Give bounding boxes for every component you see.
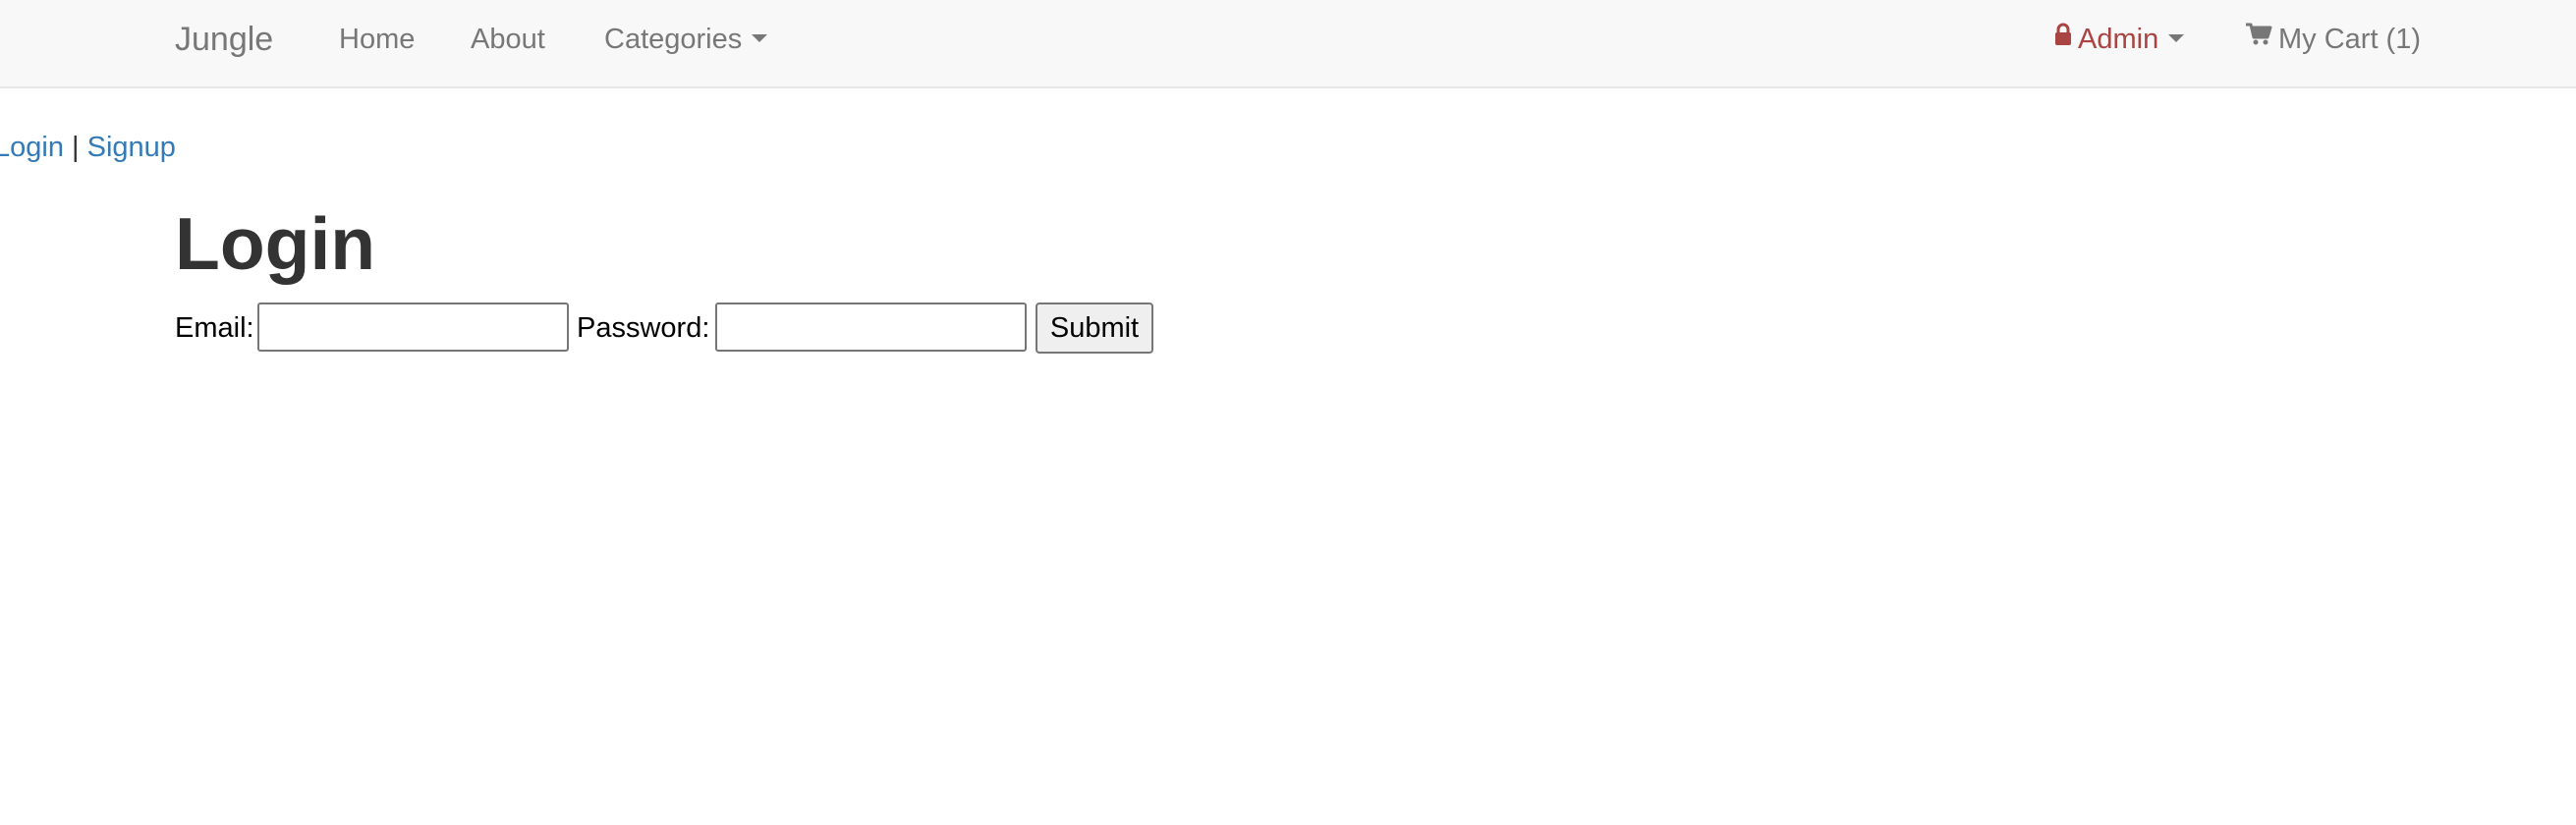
page-title: Login: [175, 202, 376, 285]
categories-label: Categories: [604, 24, 743, 55]
submit-button[interactable]: Submit: [1036, 302, 1153, 354]
auth-links-separator: |: [72, 132, 80, 163]
admin-label: Admin: [2078, 24, 2159, 55]
auth-links: Login | Signup: [0, 128, 176, 167]
top-navbar: Jungle Home About Categories Admin My Ca…: [0, 0, 2576, 88]
password-field[interactable]: [715, 302, 1027, 352]
cart-label: My Cart (1): [2278, 24, 2421, 55]
caret-down-icon: [2168, 34, 2185, 43]
admin-dropdown[interactable]: Admin: [2054, 0, 2185, 79]
password-label: Password:: [577, 312, 710, 344]
cart-link[interactable]: My Cart (1): [2245, 0, 2421, 79]
lock-icon: [2054, 0, 2072, 77]
caret-down-icon: [752, 34, 768, 43]
nav-link-home[interactable]: Home: [339, 0, 415, 79]
brand-link[interactable]: Jungle: [175, 0, 273, 79]
signup-link[interactable]: Signup: [87, 132, 176, 163]
login-link[interactable]: Login: [0, 132, 64, 163]
nav-categories-dropdown[interactable]: Categories: [604, 0, 768, 79]
email-label: Email:: [175, 312, 254, 344]
nav-link-about[interactable]: About: [471, 0, 545, 79]
shopping-cart-icon: [2245, 0, 2272, 77]
email-field[interactable]: [257, 302, 569, 352]
